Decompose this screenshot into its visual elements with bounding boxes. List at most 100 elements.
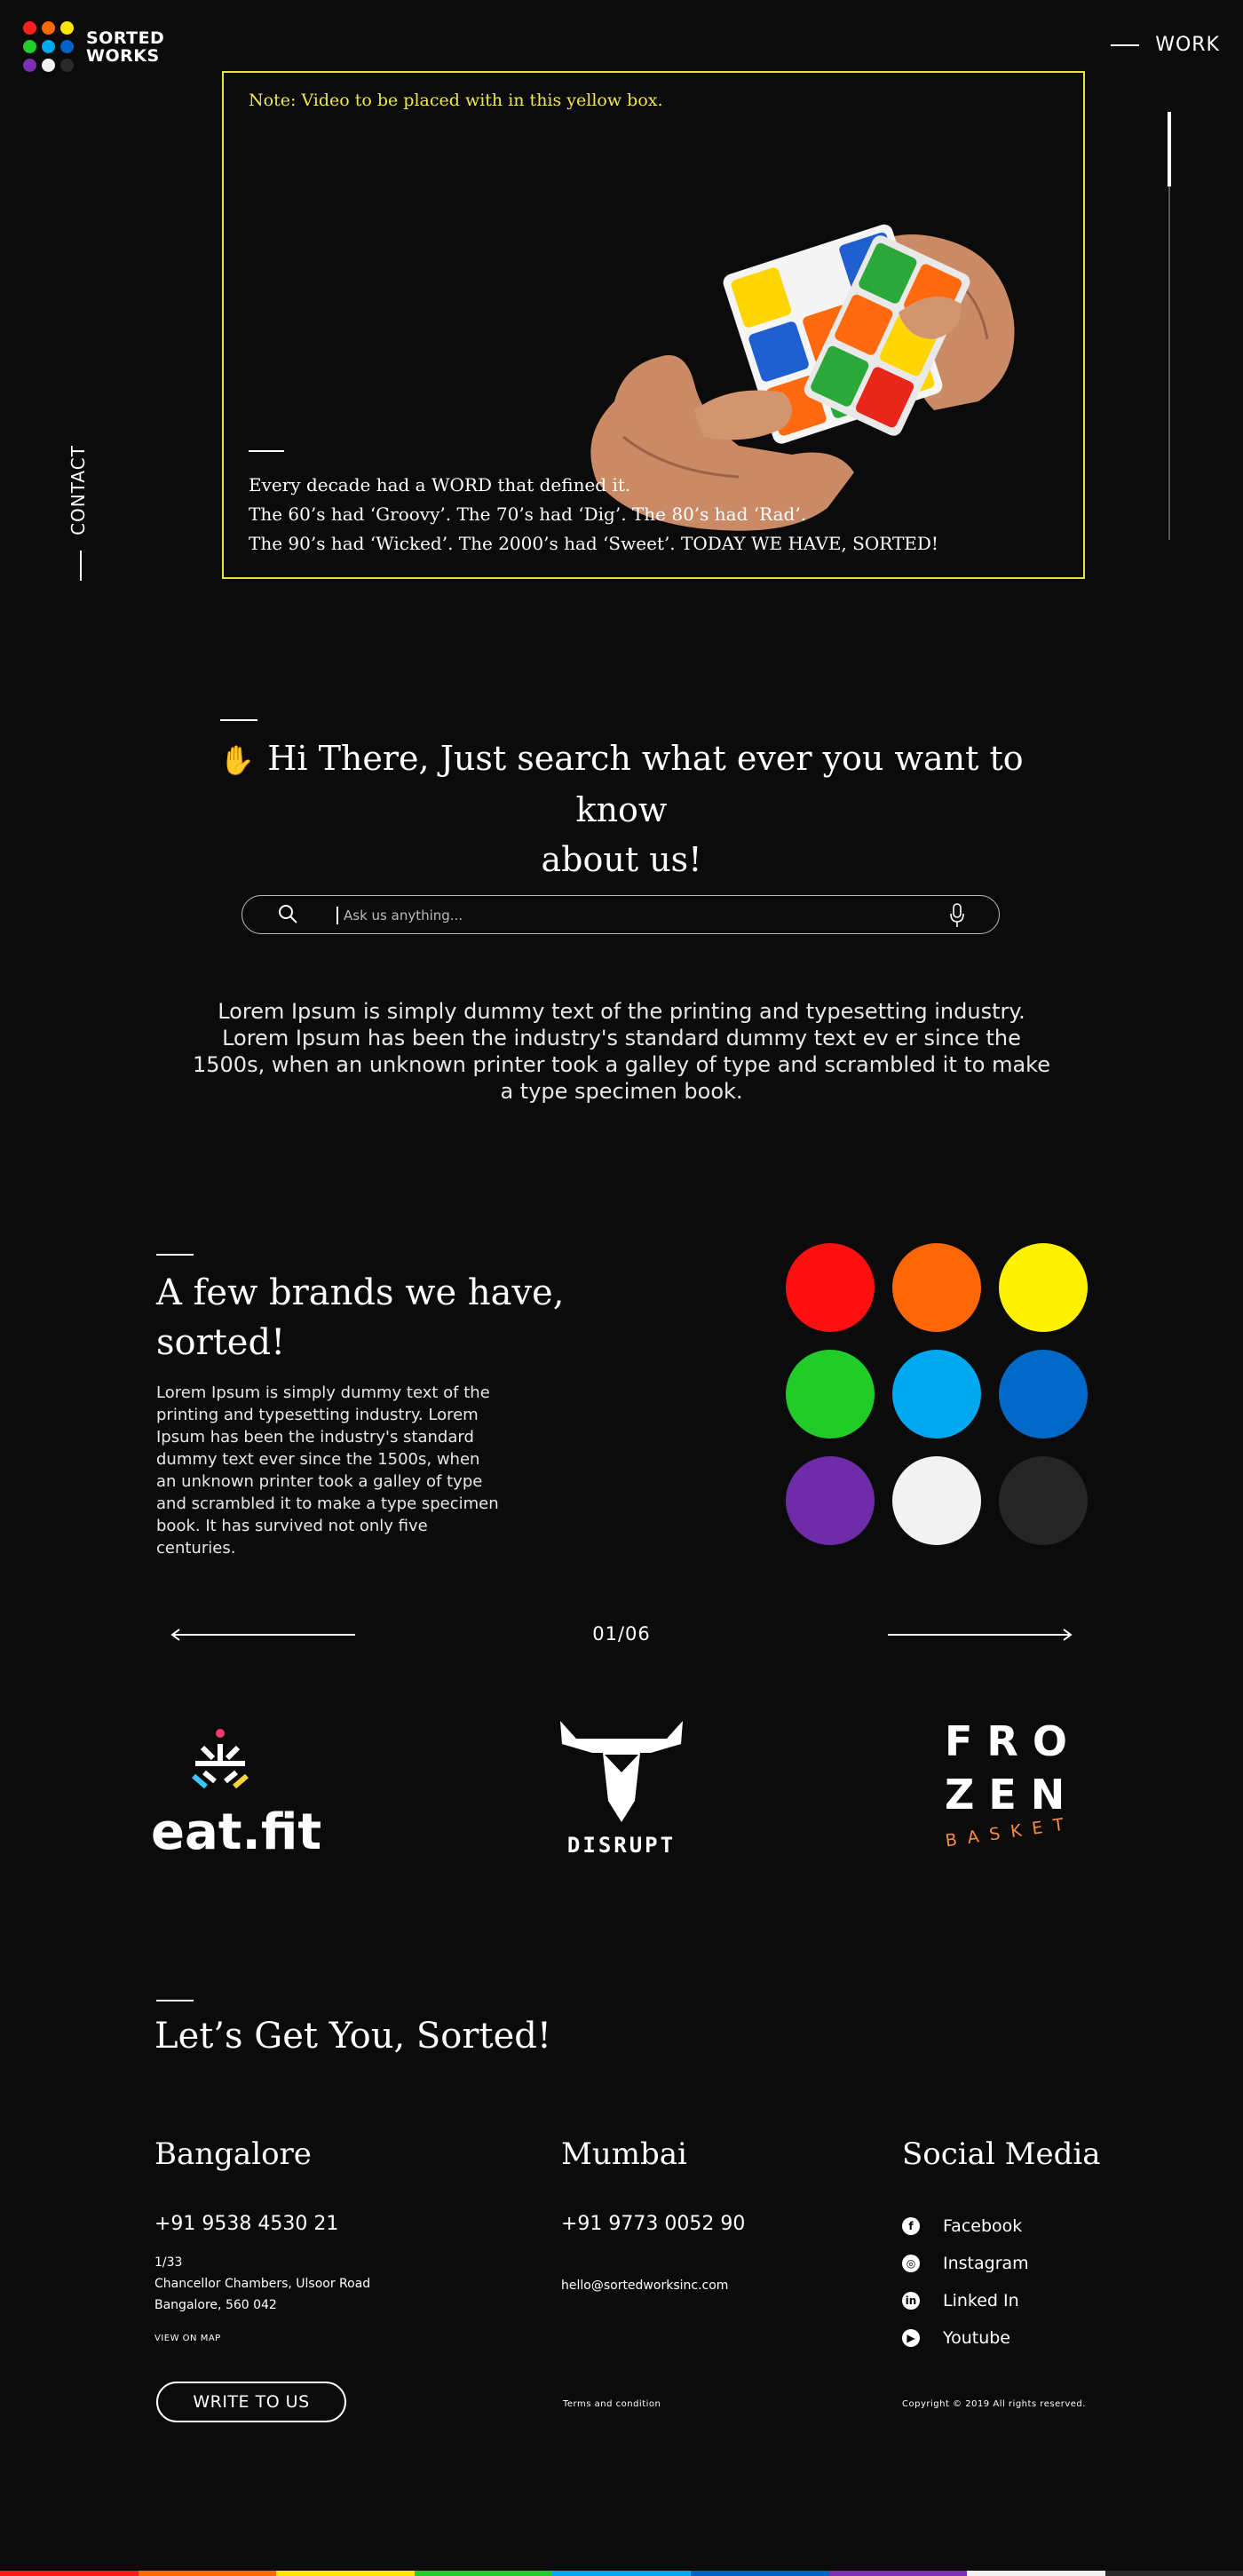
logo-dots-icon [23, 21, 74, 72]
mumbai-email-link[interactable]: hello@sortedworksinc.com [561, 2275, 728, 2296]
brand-color-circle [892, 1243, 981, 1332]
logo-dot [42, 40, 55, 53]
arrow-left-icon[interactable] [170, 1629, 357, 1641]
intro-paragraph: Lorem Ipsum is simply dummy text of the … [193, 999, 1050, 1104]
hero-line: The 60’s had ‘Groovy’. The 70’s had ‘Dig… [249, 503, 807, 525]
brand-color-circle [999, 1456, 1088, 1545]
brand-color-circle [892, 1350, 981, 1439]
contact-nav-link[interactable]: CONTACT [51, 444, 105, 595]
social-instagram[interactable]: ◎ Instagram [902, 2245, 1029, 2282]
brand-wordmark: SORTED WORKS [86, 29, 164, 65]
brands-divider [156, 1254, 194, 1256]
arrow-right-icon[interactable] [886, 1629, 1073, 1641]
brand-color-circle [999, 1350, 1088, 1439]
mumbai-heading: Mumbai [561, 2136, 687, 2172]
waving-hand-icon: ✋ [219, 743, 256, 777]
social-linkedin[interactable]: in Linked In [902, 2282, 1029, 2319]
write-to-us-button[interactable]: WRITE TO US [156, 2382, 346, 2422]
disrupt-wordmark: DISRUPT [566, 1833, 677, 1858]
instagram-icon: ◎ [902, 2255, 920, 2272]
contact-label: CONTACT [67, 445, 89, 535]
search-bar[interactable] [241, 895, 1000, 934]
hi-heading-line2: about us! [541, 840, 702, 879]
footer-color-segment [276, 2571, 415, 2576]
contact-line-icon [80, 551, 82, 581]
logo-dot [60, 40, 74, 53]
logo-dot [23, 40, 36, 53]
eatfit-logo[interactable]: eat.fit [151, 1717, 322, 1868]
search-icon[interactable] [278, 904, 297, 923]
social-label: Linked In [943, 2291, 1019, 2310]
brand-color-circle [999, 1243, 1088, 1332]
social-facebook[interactable]: f Facebook [902, 2207, 1029, 2245]
brand-color-circle [786, 1350, 875, 1439]
work-line-icon [1111, 44, 1140, 46]
work-label: WORK [1155, 34, 1220, 56]
social-label: Facebook [943, 2216, 1023, 2236]
contact-divider [156, 2000, 194, 2001]
footer-color-segment [414, 2571, 553, 2576]
contact-heading: Let’s Get You, Sorted! [154, 2016, 551, 2057]
frozen-wordmark-top: FRO [945, 1717, 1081, 1765]
hi-divider [220, 719, 257, 721]
view-on-map-link[interactable]: VIEW ON MAP [154, 2334, 221, 2343]
hero-note: Note: Video to be placed with in this ye… [249, 91, 663, 110]
microphone-icon[interactable] [949, 903, 965, 928]
footer-color-segment [690, 2571, 829, 2576]
bangalore-phone[interactable]: +91 9538 4530 21 [154, 2213, 338, 2235]
bangalore-address: 1/33 Chancellor Chambers, Ulsoor Road Ba… [154, 2252, 370, 2316]
brand-color-circle [892, 1456, 981, 1545]
disrupt-bull-icon [560, 1721, 683, 1822]
footer-color-segment [828, 2571, 967, 2576]
hi-heading: ✋ Hi There, Just search what ever you wan… [178, 733, 1065, 884]
logo-dot [60, 21, 74, 35]
logo-dot [42, 21, 55, 35]
logo-dot [23, 59, 36, 72]
brand-line1: SORTED [86, 28, 165, 48]
brand-color-grid [786, 1243, 1088, 1545]
frozen-wordmark-mid: ZEN [945, 1771, 1080, 1819]
brands-paragraph: Lorem Ipsum is simply dummy text of the … [156, 1383, 499, 1557]
work-nav-link[interactable]: WORK [1111, 34, 1220, 56]
terms-link[interactable]: Terms and condition [563, 2399, 661, 2409]
social-list: f Facebook ◎ Instagram in Linked In ▶ Yo… [902, 2207, 1029, 2357]
youtube-icon: ▶ [902, 2329, 920, 2347]
brand-color-circle [786, 1456, 875, 1545]
hero-video-box: Note: Video to be placed with in this ye… [222, 71, 1085, 579]
copyright-text: Copyright © 2019 All rights reserved. [902, 2399, 1086, 2409]
mumbai-phone[interactable]: +91 9773 0052 90 [561, 2213, 745, 2235]
slide-counter: 01/06 [592, 1623, 651, 1645]
hero-line: The 90’s had ‘Wicked’. The 2000’s had ‘S… [249, 533, 938, 554]
bangalore-heading: Bangalore [154, 2136, 312, 2172]
hi-heading-line1: Hi There, Just search what ever you want… [267, 739, 1024, 829]
social-label: Instagram [943, 2254, 1029, 2273]
address-line: Chancellor Chambers, Ulsoor Road [154, 2277, 371, 2291]
frozen-basket-logo[interactable]: FRO ZEN BASKET [944, 1717, 1104, 1868]
footer-color-segment [0, 2571, 139, 2576]
footer-color-segment [552, 2571, 691, 2576]
facebook-icon: f [902, 2217, 920, 2235]
social-youtube[interactable]: ▶ Youtube [902, 2319, 1029, 2357]
eatfit-wordmark: eat.fit [151, 1803, 322, 1861]
hero-divider [249, 450, 284, 452]
social-label: Youtube [943, 2328, 1010, 2348]
hero-line: Every decade had a WORD that defined it. [249, 474, 631, 495]
search-input[interactable] [342, 905, 878, 926]
linkedin-icon: in [902, 2292, 920, 2310]
footer-color-segment [138, 2571, 277, 2576]
footer-color-segment [1104, 2571, 1243, 2576]
logo-dot [42, 59, 55, 72]
hero-tagline: Every decade had a WORD that defined it.… [249, 471, 938, 559]
brands-heading: A few brands we have, sorted! [156, 1272, 565, 1363]
address-line: Bangalore, 560 042 [154, 2298, 277, 2312]
logo-dot [23, 21, 36, 35]
scroll-thumb[interactable] [1168, 112, 1171, 186]
eatfit-symbol-icon [192, 1729, 249, 1789]
footer-color-bar [0, 2571, 1243, 2576]
brand-logo[interactable]: SORTED WORKS [23, 21, 164, 72]
text-caret [336, 907, 338, 924]
brand-color-circle [786, 1243, 875, 1332]
social-heading: Social Media [902, 2136, 1101, 2172]
logo-dot [60, 59, 74, 72]
disrupt-logo[interactable]: DISRUPT [546, 1717, 697, 1868]
